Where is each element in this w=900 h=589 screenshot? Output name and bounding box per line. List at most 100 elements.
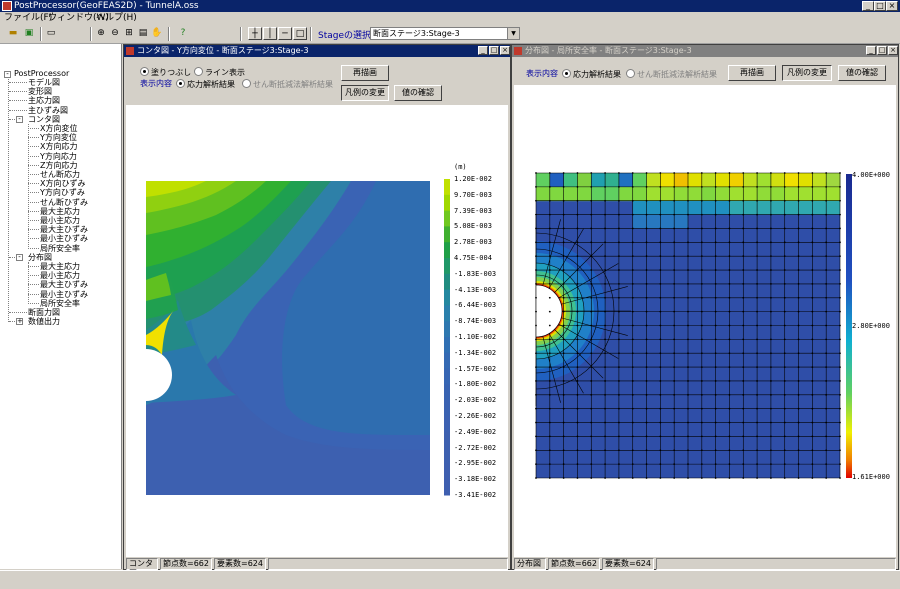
horizontal-section-icon[interactable]: ─ bbox=[278, 27, 292, 40]
frame-icon[interactable]: □ bbox=[293, 27, 307, 40]
tree-item[interactable]: 最小主ひずみ bbox=[40, 234, 88, 243]
maximize-button[interactable]: □ bbox=[874, 1, 886, 11]
radio-fill[interactable]: 塗りつぶし bbox=[140, 67, 191, 78]
zoom-in-icon[interactable]: ⊕ bbox=[94, 27, 108, 40]
mesh-node bbox=[742, 199, 745, 202]
menu-help[interactable]: ヘルプ(H) bbox=[96, 13, 137, 24]
tree-item[interactable]: 分布図 bbox=[28, 253, 52, 262]
tree-line bbox=[28, 229, 39, 231]
distribution-cell bbox=[549, 186, 565, 202]
status-view-type: 分布図 bbox=[514, 558, 546, 570]
help-icon[interactable]: ? bbox=[176, 27, 190, 40]
mesh-node bbox=[687, 241, 689, 244]
open-folder-icon[interactable]: ▬ bbox=[6, 27, 20, 40]
tree-item[interactable]: 数値出力 bbox=[28, 317, 60, 326]
tree-item[interactable]: X方向変位 bbox=[40, 124, 77, 133]
tree-item[interactable]: 局所安全率 bbox=[40, 299, 80, 308]
distribution-cell bbox=[826, 186, 841, 202]
fit-icon[interactable]: ⊞ bbox=[122, 27, 136, 40]
tree-item[interactable]: 最大主ひずみ bbox=[40, 225, 88, 234]
distribution-cell bbox=[729, 173, 744, 188]
distribution-canvas[interactable]: 4.00E+000 2.80E+000 1.61E+000 bbox=[514, 85, 896, 557]
radio-line[interactable]: ライン表示 bbox=[194, 67, 245, 78]
redraw-button[interactable]: 再描画 bbox=[341, 65, 389, 81]
tree-item[interactable]: Y方向ひずみ bbox=[40, 188, 85, 197]
mesh-node bbox=[548, 296, 551, 299]
mesh-node bbox=[700, 255, 703, 258]
mesh-node bbox=[562, 310, 565, 313]
tree-expander[interactable]: - bbox=[16, 253, 23, 261]
tree-item[interactable]: 最大主応力 bbox=[40, 207, 80, 216]
redraw-button[interactable]: 再描画 bbox=[728, 65, 776, 81]
tree-expander[interactable]: + bbox=[16, 318, 23, 326]
tree-expander[interactable]: - bbox=[4, 71, 11, 78]
legend-change-button[interactable]: 凡例の変更 bbox=[341, 85, 389, 101]
distribution-cell bbox=[646, 186, 661, 202]
radio-shear[interactable]: せん断抵減法解析結果 bbox=[242, 79, 333, 90]
export-icon[interactable]: ▣ bbox=[22, 27, 36, 40]
chevron-down-icon[interactable]: ▼ bbox=[507, 28, 519, 39]
vertical-section-icon[interactable]: │ bbox=[263, 27, 277, 40]
tree-item[interactable]: Y方向応力 bbox=[40, 152, 77, 161]
sheet-icon[interactable]: ▭ bbox=[44, 27, 58, 40]
status-node-count: 節点数=662 bbox=[548, 558, 600, 570]
mesh-node bbox=[673, 296, 676, 299]
value-check-button[interactable]: 値の確認 bbox=[838, 65, 886, 81]
tree-expander[interactable]: - bbox=[16, 115, 23, 123]
menu-file[interactable]: ファイル(F) bbox=[4, 13, 52, 24]
tree-item[interactable]: モデル図 bbox=[28, 78, 60, 87]
mesh-node bbox=[728, 366, 731, 368]
legend-change-button[interactable]: 凡例の変更 bbox=[782, 65, 832, 81]
mesh-node bbox=[659, 255, 662, 258]
save-icon[interactable]: ▤ bbox=[136, 27, 150, 40]
tree-item[interactable]: せん断応力 bbox=[40, 170, 80, 179]
tree-item[interactable]: せん断ひずみ bbox=[40, 198, 88, 207]
legend-tick-label: -2.49E-002 bbox=[454, 427, 497, 436]
mesh-node bbox=[797, 255, 800, 258]
toolbar-separator bbox=[168, 27, 170, 41]
tree-item[interactable]: 最小主応力 bbox=[40, 271, 80, 280]
tree-item[interactable]: 最小主ひずみ bbox=[40, 290, 88, 299]
tree-item[interactable]: X方向応力 bbox=[40, 142, 77, 151]
contour-canvas[interactable]: (m) 1.20E-002 9.70E-003 7.39E-003 5.08E-003… bbox=[126, 105, 508, 557]
mesh-node bbox=[576, 283, 579, 285]
tree-item[interactable]: 最小主応力 bbox=[40, 216, 80, 225]
axis-cross-icon[interactable]: ┼ bbox=[248, 27, 262, 40]
radio-shear[interactable]: せん断抵減法解析結果 bbox=[626, 69, 717, 80]
mesh-node bbox=[783, 310, 786, 313]
mesh-node bbox=[604, 283, 606, 285]
tree-item[interactable]: 変形図 bbox=[28, 87, 52, 96]
close-button[interactable]: × bbox=[888, 46, 898, 55]
pan-hand-icon[interactable]: ✋ bbox=[150, 27, 164, 40]
tree-item[interactable]: 主応力図 bbox=[28, 96, 60, 105]
close-button[interactable]: × bbox=[500, 46, 510, 55]
tree-item[interactable]: 最大主ひずみ bbox=[40, 280, 88, 289]
mesh-node bbox=[590, 310, 593, 313]
maximize-button[interactable]: □ bbox=[489, 46, 499, 55]
close-button[interactable]: × bbox=[886, 1, 898, 11]
radio-stress[interactable]: 応力解析結果 bbox=[176, 79, 235, 90]
mesh-node bbox=[659, 296, 662, 299]
mesh-node bbox=[673, 269, 676, 271]
tree-item[interactable]: Y方向変位 bbox=[40, 133, 77, 142]
tree-root[interactable]: PostProcessor bbox=[14, 69, 69, 78]
value-check-button[interactable]: 値の確認 bbox=[394, 85, 442, 101]
tree-item[interactable]: 局所安全率 bbox=[40, 244, 80, 253]
tree-item[interactable]: 断面力図 bbox=[28, 308, 60, 317]
maximize-button[interactable]: □ bbox=[877, 46, 887, 55]
radio-stress[interactable]: 応力解析結果 bbox=[562, 69, 621, 80]
zoom-out-icon[interactable]: ⊖ bbox=[108, 27, 122, 40]
minimize-button[interactable]: _ bbox=[478, 46, 488, 55]
tree-item[interactable]: 主ひずみ図 bbox=[28, 106, 68, 115]
mesh-node bbox=[535, 352, 537, 355]
mesh-node bbox=[756, 477, 758, 479]
tree-item[interactable]: 最大主応力 bbox=[40, 262, 80, 271]
tree-item[interactable]: X方向ひずみ bbox=[40, 179, 85, 188]
minimize-button[interactable]: _ bbox=[866, 46, 876, 55]
tree-item[interactable]: Z方向応力 bbox=[40, 161, 77, 170]
mesh-node bbox=[659, 421, 662, 424]
mesh-node bbox=[590, 296, 593, 299]
stage-select[interactable]: 断面ステージ3:Stage-3 ▼ bbox=[370, 27, 520, 40]
tree-item[interactable]: コンタ図 bbox=[28, 115, 60, 124]
minimize-button[interactable]: _ bbox=[862, 1, 874, 11]
